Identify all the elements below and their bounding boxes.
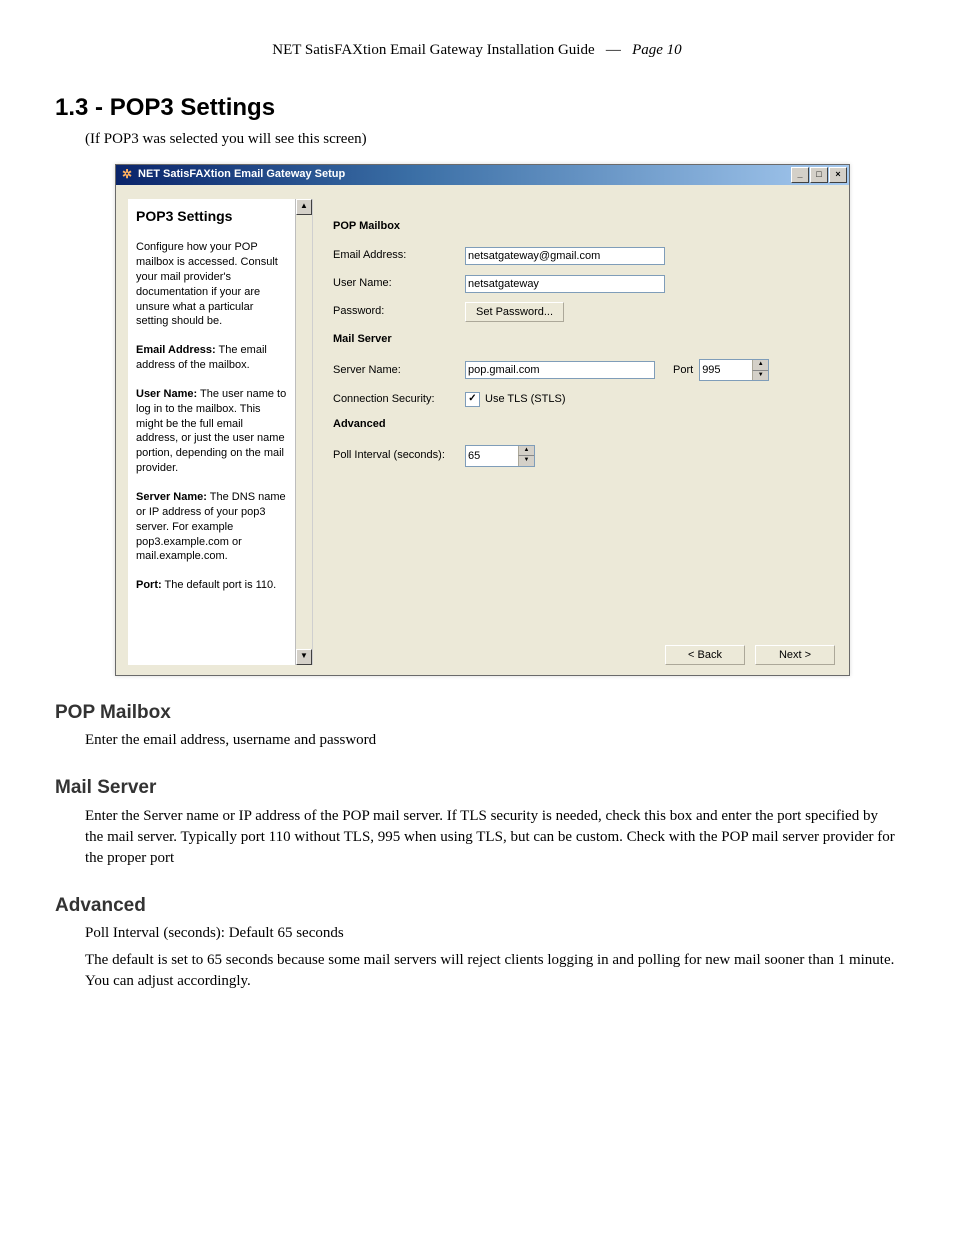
email-field[interactable]	[465, 247, 665, 265]
section-note: (If POP3 was selected you will see this …	[85, 129, 899, 150]
help-sidebar: ▲ ▼ POP3 Settings Configure how your POP…	[128, 199, 313, 665]
text-pop-mailbox: Enter the email address, username and pa…	[85, 730, 899, 751]
back-button[interactable]: < Back	[665, 645, 745, 665]
username-field[interactable]	[465, 275, 665, 293]
separator: —	[606, 42, 621, 58]
server-name-field[interactable]	[465, 361, 655, 379]
email-label: Email Address:	[333, 248, 465, 263]
sidebar-port-help: Port: The default port is 110.	[136, 578, 304, 593]
use-tls-checkbox[interactable]: ✓ Use TLS (STLS)	[465, 392, 566, 407]
window-title: NET SatisFAXtion Email Gateway Setup	[138, 167, 790, 182]
close-button[interactable]: ×	[829, 167, 847, 183]
sidebar-intro: Configure how your POP mailbox is access…	[136, 240, 304, 329]
window-titlebar[interactable]: ✲ NET SatisFAXtion Email Gateway Setup _…	[116, 165, 849, 185]
heading-pop-mailbox: POP Mailbox	[55, 700, 899, 727]
next-button[interactable]: Next >	[755, 645, 835, 665]
screenshot-figure: ✲ NET SatisFAXtion Email Gateway Setup _…	[115, 164, 899, 676]
group-pop-mailbox: POP Mailbox	[333, 219, 835, 234]
app-window: ✲ NET SatisFAXtion Email Gateway Setup _…	[115, 164, 850, 676]
sidebar-server-help: Server Name: The DNS name or IP address …	[136, 490, 304, 564]
set-password-button[interactable]: Set Password...	[465, 302, 564, 322]
port-field[interactable]	[700, 360, 752, 380]
group-advanced: Advanced	[333, 417, 835, 432]
text-advanced-2: The default is set to 65 seconds because…	[85, 950, 899, 992]
port-stepper[interactable]: ▲ ▼	[699, 359, 769, 381]
poll-up-icon[interactable]: ▲	[518, 446, 534, 457]
use-tls-label: Use TLS (STLS)	[485, 392, 566, 407]
app-icon: ✲	[120, 168, 134, 182]
scroll-up-icon[interactable]: ▲	[296, 199, 312, 215]
page-header: NET SatisFAXtion Email Gateway Installat…	[55, 40, 899, 61]
page-number: Page 10	[632, 42, 682, 58]
poll-interval-label: Poll Interval (seconds):	[333, 448, 465, 463]
text-advanced-1: Poll Interval (seconds): Default 65 seco…	[85, 923, 899, 944]
port-down-icon[interactable]: ▼	[752, 371, 768, 381]
settings-form: POP Mailbox Email Address: User Name: Pa…	[313, 199, 839, 665]
text-mail-server: Enter the Server name or IP address of t…	[85, 806, 899, 869]
sidebar-user-help: User Name: The user name to log in to th…	[136, 387, 304, 476]
sidebar-heading: POP3 Settings	[136, 207, 304, 227]
minimize-button[interactable]: _	[791, 167, 809, 183]
port-label: Port	[673, 363, 693, 378]
poll-interval-field[interactable]	[466, 446, 518, 466]
group-mail-server: Mail Server	[333, 332, 835, 347]
poll-down-icon[interactable]: ▼	[518, 456, 534, 466]
port-up-icon[interactable]: ▲	[752, 360, 768, 371]
heading-mail-server: Mail Server	[55, 775, 899, 802]
doc-title: NET SatisFAXtion Email Gateway Installat…	[272, 42, 594, 58]
password-label: Password:	[333, 304, 465, 319]
connection-security-label: Connection Security:	[333, 392, 465, 407]
maximize-button[interactable]: □	[810, 167, 828, 183]
scroll-down-icon[interactable]: ▼	[296, 649, 312, 665]
poll-interval-stepper[interactable]: ▲ ▼	[465, 445, 535, 467]
checkbox-icon: ✓	[465, 392, 480, 407]
server-name-label: Server Name:	[333, 363, 465, 378]
sidebar-email-help: Email Address: The email address of the …	[136, 343, 304, 373]
heading-advanced: Advanced	[55, 893, 899, 920]
section-title: 1.3 - POP3 Settings	[55, 91, 899, 125]
username-label: User Name:	[333, 276, 465, 291]
scrollbar[interactable]: ▲ ▼	[295, 199, 312, 665]
